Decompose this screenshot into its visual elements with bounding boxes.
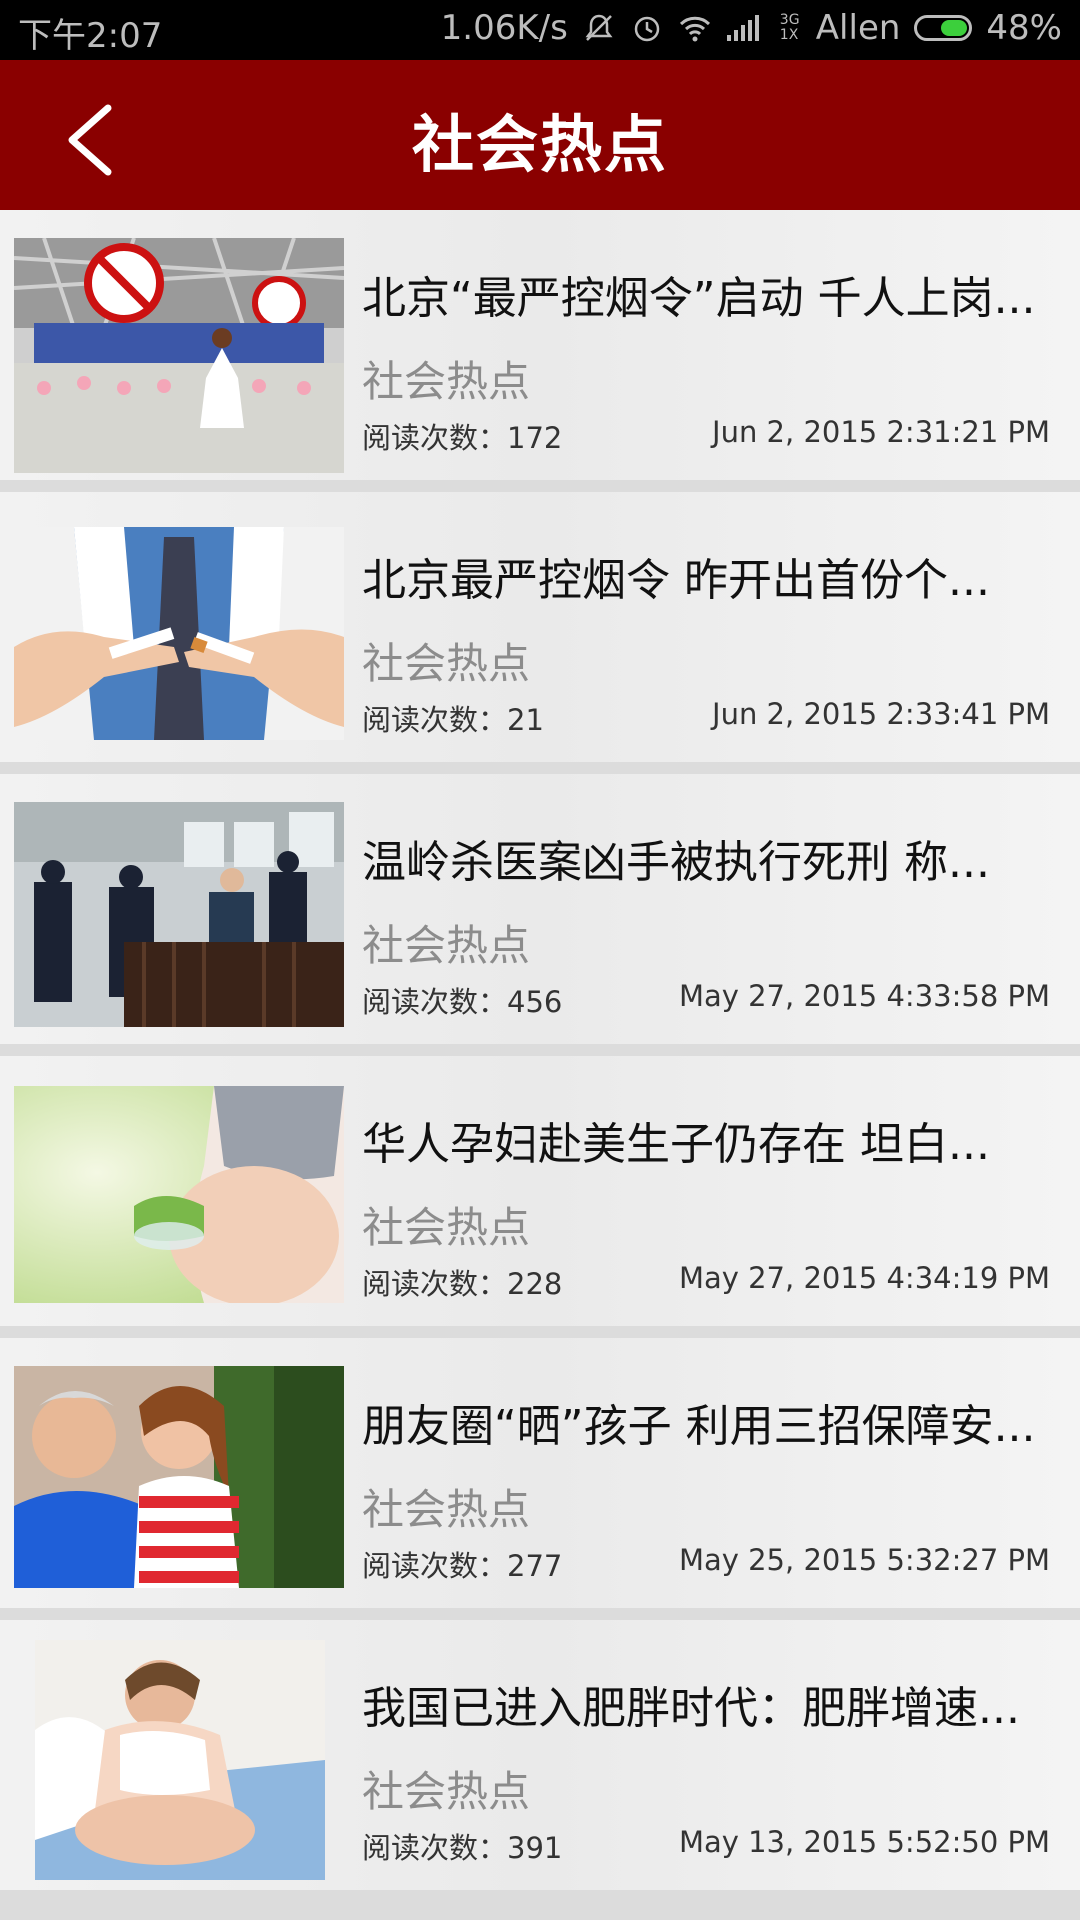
news-thumbnail: [14, 1366, 344, 1588]
news-item[interactable]: 北京“最严控烟令”启动 千人上岗... 社会热点 阅读次数：172 Jun 2,…: [0, 210, 1080, 480]
news-thumbnail: [14, 527, 344, 740]
alarm-icon: [634, 16, 660, 42]
battery-icon: [914, 15, 973, 41]
news-date: May 27, 2015 4:34:19 PM: [678, 1261, 1050, 1295]
app-header: 社会热点: [0, 60, 1080, 210]
news-date: May 27, 2015 4:33:58 PM: [678, 979, 1050, 1013]
news-read-count: 阅读次数：228: [362, 1267, 563, 1301]
news-item[interactable]: 朋友圈“晒”孩子 利用三招保障安... 社会热点 阅读次数：277 May 25…: [0, 1338, 1080, 1608]
carrier-name: Allen: [815, 8, 901, 48]
news-read-count: 阅读次数：456: [362, 985, 563, 1019]
news-title: 朋友圈“晒”孩子 利用三招保障安...: [362, 1401, 1036, 1452]
news-list: 北京“最严控烟令”启动 千人上岗... 社会热点 阅读次数：172 Jun 2,…: [0, 210, 1080, 1902]
news-title: 北京最严控烟令 昨开出首份个...: [362, 555, 990, 606]
news-category: 社会热点: [362, 1203, 531, 1252]
news-category: 社会热点: [362, 357, 531, 406]
status-time: 下午2:07: [18, 16, 163, 56]
news-item[interactable]: 温岭杀医案凶手被执行死刑 称... 社会热点 阅读次数：456 May 27, …: [0, 774, 1080, 1044]
news-category: 社会热点: [362, 1767, 531, 1816]
news-title: 华人孕妇赴美生子仍存在 坦白...: [362, 1119, 990, 1170]
news-date: May 25, 2015 5:32:27 PM: [678, 1543, 1050, 1577]
battery-percent: 48%: [986, 8, 1062, 48]
news-thumbnail: [14, 238, 344, 473]
news-category: 社会热点: [362, 639, 531, 688]
status-right: 1.06K/s 3G 1X Allen 48%: [441, 8, 1062, 48]
news-read-count: 阅读次数：21: [362, 703, 544, 737]
news-title: 温岭杀医案凶手被执行死刑 称...: [362, 837, 990, 888]
wifi-icon: [679, 16, 710, 42]
news-item[interactable]: 我国已进入肥胖时代：肥胖增速... 社会热点 阅读次数：391 May 13, …: [0, 1620, 1080, 1890]
network-type: 3G 1X: [779, 12, 800, 43]
status-bar: 下午2:07 1.06K/s 3G 1X Allen 48%: [0, 0, 1080, 60]
news-read-count: 阅读次数：391: [362, 1831, 563, 1865]
news-read-count: 阅读次数：277: [362, 1549, 563, 1583]
news-title: 我国已进入肥胖时代：肥胖增速...: [362, 1683, 1020, 1734]
news-title: 北京“最严控烟令”启动 千人上岗...: [362, 273, 1036, 324]
news-item[interactable]: 北京最严控烟令 昨开出首份个... 社会热点 阅读次数：21 Jun 2, 20…: [0, 492, 1080, 762]
news-category: 社会热点: [362, 1485, 531, 1534]
page-title: 社会热点: [411, 108, 668, 181]
news-thumbnail: [35, 1640, 325, 1880]
news-category: 社会热点: [362, 921, 531, 970]
news-date: May 13, 2015 5:52:50 PM: [678, 1825, 1050, 1859]
news-date: Jun 2, 2015 2:33:41 PM: [712, 697, 1050, 731]
network-speed: 1.06K/s: [440, 8, 568, 48]
signal-icon: [726, 15, 759, 41]
news-date: Jun 2, 2015 2:31:21 PM: [712, 415, 1050, 449]
news-read-count: 阅读次数：172: [362, 421, 563, 455]
news-thumbnail: [14, 1086, 344, 1303]
mute-bell-icon: [585, 14, 613, 41]
news-thumbnail: [14, 802, 344, 1027]
news-item[interactable]: 华人孕妇赴美生子仍存在 坦白... 社会热点 阅读次数：228 May 27, …: [0, 1056, 1080, 1326]
